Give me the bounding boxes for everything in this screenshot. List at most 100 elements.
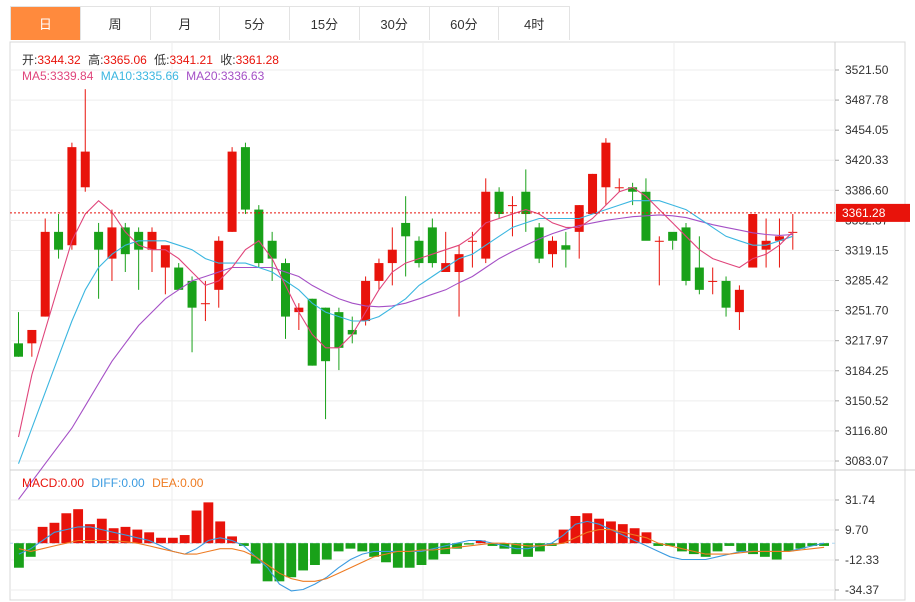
candle-body [14,343,23,357]
high-value: 3365.06 [103,53,147,67]
macd-bar [534,543,545,552]
y-tick-label-1: 3487.78 [845,93,889,107]
macd-bar [357,543,368,552]
macd-bar [298,543,309,571]
candle-body [200,303,210,305]
candle-body [734,289,744,313]
candle-body [321,307,331,362]
macd-bar [215,521,226,544]
close-value: 3361.28 [235,53,279,67]
macd-bar [274,543,285,582]
chart-frame [9,41,906,601]
candle-body [401,222,411,237]
macd-bar [156,537,166,544]
candle-body [174,267,184,290]
macd-tick-label-0: 31.74 [845,493,875,507]
macd-bar [369,543,380,557]
macd-bar [61,513,72,544]
candle-body [561,245,571,250]
candle-body [721,280,731,308]
macd-bar [321,543,332,560]
macd-label: MACD: [22,476,61,490]
candle-body [80,151,90,188]
macd-bar [333,543,344,552]
macd-bar [49,522,60,544]
low-label: 低: [154,53,170,67]
candle-body [160,245,170,268]
macd-bar [14,543,24,568]
y-tick-label-13: 3083.07 [845,454,889,468]
macd-bar [582,513,593,544]
macd-value: 0.00 [60,476,85,490]
y-tick-label-2: 3454.05 [845,123,889,137]
ma20-value: 3336.63 [220,69,265,83]
diff-label: DIFF: [91,476,122,490]
low-value: 3341.21 [169,53,213,67]
candle-body [588,173,598,215]
macd-bar [310,543,320,565]
macd-tick-label-1: 9.70 [845,523,869,537]
candle-body [454,254,464,272]
high-label: 高: [88,53,104,67]
macd-bar [167,537,178,544]
candle-body [481,191,491,259]
macd-bar [606,521,616,544]
candle-body [94,231,104,250]
macd-bar [96,518,107,544]
last-price-label: 3361.28 [842,206,886,220]
macd-bar [736,543,747,552]
macd-bar [712,543,723,552]
y-tick-label-7: 3285.42 [845,274,889,288]
macd-bar [700,543,711,557]
close-label: 收: [220,53,236,67]
y-tick-label-8: 3251.70 [845,304,889,318]
macd-bar [748,543,758,555]
macd-bar [73,509,84,544]
y-tick-label-6: 3319.15 [845,243,889,257]
candle-body [254,209,264,264]
macd-bar [594,518,605,544]
macd-bar [724,543,735,546]
candle-body [387,249,397,264]
dea-label: DEA: [152,476,181,490]
macd-bar [404,543,415,568]
diff-value: 0.00 [121,476,145,490]
macd-bar [179,535,190,544]
macd-bar [286,543,297,578]
y-tick-label-10: 3184.25 [845,364,889,378]
macd-bar [392,543,403,568]
y-tick-label-11: 3150.52 [845,394,889,408]
macd-bar [132,529,143,544]
y-tick-label-9: 3217.97 [845,334,889,348]
macd-tick-label-2: -12.33 [845,553,879,567]
kline-chart: 3521.503487.783454.053420.333386.603352.… [9,41,915,601]
open-label: 开: [22,53,38,67]
candle-body [187,280,197,308]
candle-body [601,142,611,188]
candle-body [507,205,517,207]
y-tick-label-3: 3420.33 [845,153,889,167]
macd-bar [428,543,439,560]
candle-body [668,231,678,241]
macd-bar [463,543,474,545]
y-tick-label-0: 3521.50 [845,63,889,77]
open-value: 3344.32 [37,53,81,67]
candle-body [708,280,718,282]
dea-value: 0.00 [180,476,204,490]
ma-legend: MA5:3339.84 MA10:3335.66 MA20:3336.63 [22,69,268,83]
y-tick-label-4: 3386.60 [845,183,889,197]
ma20-label: MA20: [186,69,221,83]
candle-body [548,240,557,255]
candle-body [54,231,64,250]
candle-body [361,280,371,322]
candle-body [227,151,237,232]
macd-bar [203,502,214,544]
candle-body [267,240,277,259]
macd-bar [191,510,202,544]
candle-body [374,263,384,281]
ma10-value: 3335.66 [135,69,179,83]
ohlc-legend: 开:3344.32 高:3365.06 低:3341.21 收:3361.28 [22,51,283,68]
candle-body [40,231,50,317]
candle-body [534,227,544,259]
ma5-value: 3339.84 [50,69,94,83]
